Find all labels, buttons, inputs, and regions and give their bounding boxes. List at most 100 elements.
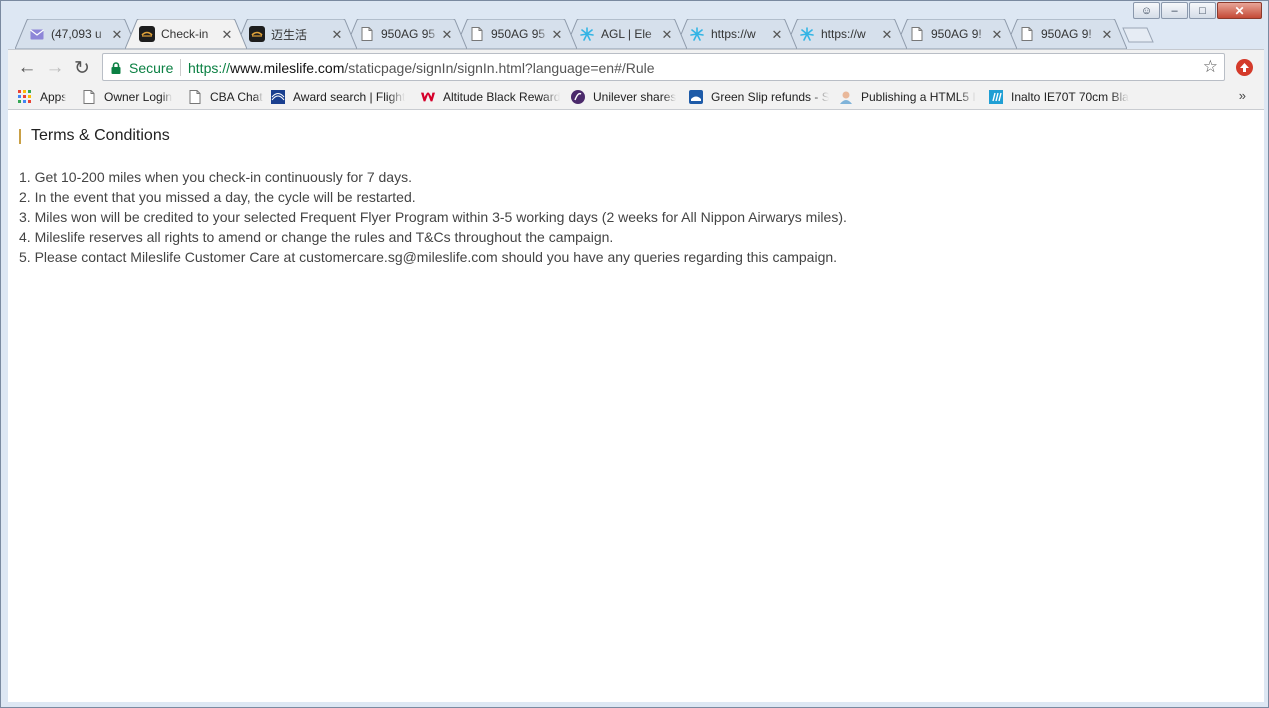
secure-label: Secure [129,60,174,76]
profile-button[interactable]: ☺ [1133,2,1160,19]
bookmark-item[interactable]: Publishing a HTML5 I [839,89,976,105]
bookmark-item[interactable]: CBA Chat [188,89,263,105]
tab-close-button[interactable]: ✕ [661,27,673,43]
tab[interactable]: https://w ✕ [785,19,907,49]
terms-item: 3. Miles won will be credited to your se… [19,209,847,225]
reload-button[interactable]: ↻ [71,57,93,79]
tab-close-button[interactable]: ✕ [331,27,343,43]
tab-title: Check-in [161,27,209,41]
mail-icon [29,26,45,42]
nsw-icon [689,90,703,104]
bookmark-star-button[interactable]: ☆ [1203,57,1218,77]
apps-grid-icon [18,90,32,104]
tab-title: 950AG 9! [931,27,982,41]
tab-close-button[interactable]: ✕ [221,27,233,43]
browser-window: ☺ – □ ✕ (47,093 u ✕ Check-in ✕ 迈生活 ✕ 950AG 95 ✕… [0,0,1269,708]
bookmark-label: Publishing a HTML5 I [861,90,976,104]
tab-title: (47,093 u [51,27,102,41]
maximize-icon: □ [1199,4,1206,17]
terms-item: 2. In the event that you missed a day, t… [19,189,416,205]
terms-item: 5. Please contact Mileslife Customer Car… [19,249,838,265]
tab-content: (47,093 u [29,26,121,42]
tab-title: 950AG 9! [1041,27,1092,41]
tab-content: AGL | Ele [579,26,671,42]
bookmarks-bar: » Apps Owner Login CBA Chat Award search | … [8,85,1264,110]
bookmark-item[interactable]: Altitude Black Reward [421,89,560,105]
address-bar[interactable]: Secure https://www.mileslife.com/staticp… [102,53,1225,81]
omnibox-divider [180,59,181,76]
back-arrow-icon: ← [17,57,37,78]
agl-icon [579,26,595,42]
unilever-icon [571,90,585,104]
tab[interactable]: AGL | Ele ✕ [565,19,687,49]
avatar-icon [839,90,853,104]
star-icon: ☆ [1202,57,1218,76]
bookmark-item[interactable]: Owner Login [82,89,172,105]
tab-close-button[interactable]: ✕ [991,27,1003,43]
forward-arrow-icon: → [45,57,65,78]
page-content: Terms & Conditions 1. Get 10-200 miles w… [8,110,1264,702]
bookmark-label: Inalto IE70T 70cm Bla [1011,90,1129,104]
tab-close-button[interactable]: ✕ [111,27,123,43]
maximize-button[interactable]: □ [1189,2,1216,19]
window-controls: ☺ – □ ✕ [1132,2,1262,19]
tab-close-button[interactable]: ✕ [441,27,453,43]
bookmark-item[interactable]: Inalto IE70T 70cm Bla [989,89,1129,105]
security-indicator[interactable]: Secure [111,60,173,76]
bookmark-item[interactable]: Award search | Flight [271,89,405,105]
url-text[interactable]: https://www.mileslife.com/staticpage/sig… [188,60,655,76]
tab-content: 950AG 9! [909,26,1001,42]
bookmark-item[interactable]: Unilever shares [571,89,676,105]
extension-button[interactable] [1236,59,1253,76]
tab-title: 950AG 95 [491,27,546,41]
tab-close-button[interactable]: ✕ [771,27,783,43]
tab[interactable]: 950AG 9! ✕ [895,19,1017,49]
tab-content: 迈生活 [249,26,341,42]
terms-list: 1. Get 10-200 miles when you check-in co… [19,167,847,267]
user-icon: ☺ [1140,4,1153,17]
tab[interactable]: https://w ✕ [675,19,797,49]
bookmark-item[interactable]: Green Slip refunds - S [689,89,829,105]
tab-close-button[interactable]: ✕ [1101,27,1113,43]
tab-strip: (47,093 u ✕ Check-in ✕ 迈生活 ✕ 950AG 95 ✕ 950AG 95… [15,19,1127,49]
tab[interactable]: 950AG 9! ✕ [1005,19,1127,49]
tab[interactable]: (47,093 u ✕ [15,19,137,49]
tab[interactable]: 迈生活 ✕ [235,19,357,49]
tab-title: AGL | Ele [601,27,652,41]
terms-heading: Terms & Conditions [19,127,170,145]
tab-title: 迈生活 [271,27,308,42]
agl-icon [689,26,705,42]
upload-arrow-icon [1240,63,1249,72]
mileslife-icon [249,26,265,42]
tab-content: 950AG 95 [359,26,451,42]
forward-button[interactable]: → [44,57,66,79]
tab-active[interactable]: Check-in ✕ [125,19,247,49]
tab[interactable]: 950AG 95 ✕ [455,19,577,49]
tab-content: 950AG 95 [469,26,561,42]
minimize-button[interactable]: – [1161,2,1188,19]
tab-close-button[interactable]: ✕ [881,27,893,43]
tab-content: 950AG 9! [1019,26,1111,42]
heading-accent-bar [19,128,21,144]
url-scheme: https:// [188,60,231,76]
mileslife-icon [139,26,155,42]
bookmarks-overflow-button[interactable]: » [1239,88,1246,103]
toolbar: ← → ↻ Secure https://www.mileslife.com/s… [8,49,1264,86]
page-title: Terms & Conditions [31,127,170,144]
back-button[interactable]: ← [16,57,38,79]
bookmark-label: Award search | Flight [293,90,406,104]
bookmark-label: CBA Chat [210,90,263,104]
tab-close-button[interactable]: ✕ [551,27,563,43]
page-icon [909,26,925,42]
tab[interactable]: 950AG 95 ✕ [345,19,467,49]
url-path: /staticpage/signIn/signIn.html?language=… [344,60,655,76]
close-window-button[interactable]: ✕ [1217,2,1262,19]
inalto-icon [989,90,1003,104]
page-icon [1019,26,1035,42]
page-icon [82,90,96,104]
tab-content: Check-in [139,26,231,42]
westpac-icon [421,90,435,104]
minimize-icon: – [1171,4,1178,17]
terms-item: 4. Mileslife reserves all rights to amen… [19,229,614,245]
bookmark-item[interactable]: Apps [18,89,66,105]
